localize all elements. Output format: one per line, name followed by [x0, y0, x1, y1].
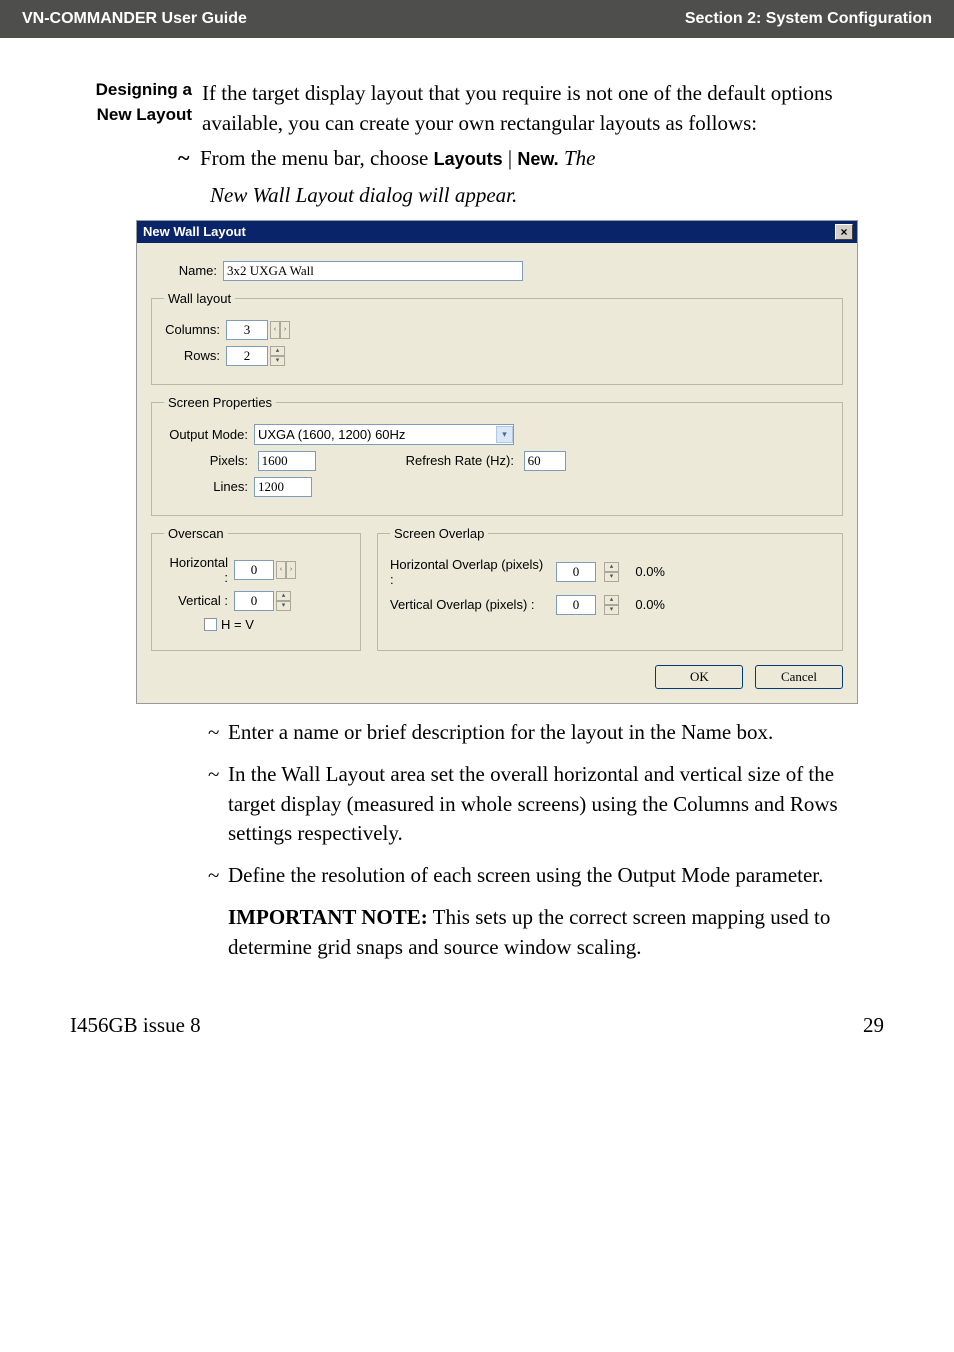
- bullet-1: ~ Enter a name or brief description for …: [208, 718, 884, 748]
- overlap-v-label: Vertical Overlap (pixels) :: [390, 597, 550, 612]
- columns-label: Columns:: [164, 322, 226, 337]
- bullet-2-text: In the Wall Layout area set the overall …: [228, 760, 884, 849]
- chevron-up-icon: ▴: [270, 346, 285, 356]
- chevron-down-icon: ▾: [604, 572, 619, 582]
- rows-spinner[interactable]: ▴▾: [270, 346, 285, 366]
- step1-prefix: From the menu bar, choose: [200, 146, 434, 170]
- cancel-button[interactable]: Cancel: [755, 665, 843, 689]
- page-header: VN-COMMANDER User Guide Section 2: Syste…: [0, 0, 954, 38]
- close-icon: ×: [840, 225, 847, 239]
- name-input[interactable]: [223, 261, 523, 281]
- intro-text: If the target display layout that you re…: [202, 78, 884, 139]
- lines-label: Lines:: [164, 479, 254, 494]
- header-right: Section 2: System Configuration: [685, 10, 932, 28]
- tilde-icon: ~: [178, 145, 200, 171]
- step1-suffix: The: [559, 146, 596, 170]
- menu-sep: |: [503, 146, 518, 170]
- overlap-h-label: Horizontal Overlap (pixels) :: [390, 557, 550, 587]
- pixels-input[interactable]: [258, 451, 316, 471]
- chevron-down-icon: ▾: [270, 356, 285, 366]
- chevron-right-icon: ›: [286, 561, 296, 579]
- chevron-left-icon: ‹: [276, 561, 286, 579]
- chevron-up-icon: ▴: [604, 562, 619, 572]
- side-label: Designing a New Layout: [70, 78, 192, 139]
- overscan-legend: Overscan: [164, 526, 228, 541]
- footer-left: I456GB issue 8: [70, 1013, 201, 1038]
- overscan-group: Overscan Horizontal : ‹› Vertical : ▴▾ H…: [151, 526, 361, 651]
- screen-overlap-group: Screen Overlap Horizontal Overlap (pixel…: [377, 526, 843, 651]
- bullet-1-text: Enter a name or brief description for th…: [228, 718, 773, 748]
- dialog-titlebar: New Wall Layout ×: [137, 221, 857, 243]
- menu-new: New.: [517, 149, 558, 169]
- tilde-icon: ~: [208, 760, 228, 849]
- dialog-caption: New Wall Layout dialog will appear.: [210, 183, 884, 208]
- overlap-v-pct: 0.0%: [625, 597, 665, 612]
- screen-properties-group: Screen Properties Output Mode: UXGA (160…: [151, 395, 843, 516]
- refresh-input[interactable]: [524, 451, 566, 471]
- chevron-down-icon: ▾: [502, 429, 507, 440]
- lines-input[interactable]: [254, 477, 312, 497]
- overscan-v-input[interactable]: [234, 591, 274, 611]
- new-wall-layout-dialog: New Wall Layout × Name: Wall layout Colu…: [136, 220, 858, 704]
- dropdown-button[interactable]: ▾: [496, 426, 513, 443]
- bullet-3-text: Define the resolution of each screen usi…: [228, 861, 823, 891]
- rows-input[interactable]: [226, 346, 268, 366]
- hv-label: H = V: [221, 617, 254, 632]
- overscan-h-spinner[interactable]: ‹›: [276, 561, 296, 579]
- refresh-label: Refresh Rate (Hz):: [406, 453, 520, 468]
- chevron-down-icon: ▾: [276, 601, 291, 611]
- hv-checkbox[interactable]: [204, 618, 217, 631]
- page-footer: I456GB issue 8 29: [0, 963, 954, 1066]
- wall-layout-group: Wall layout Columns: ‹› Rows: ▴▾: [151, 291, 843, 385]
- columns-spinner[interactable]: ‹›: [270, 321, 290, 339]
- dialog-title: New Wall Layout: [143, 224, 246, 239]
- chevron-left-icon: ‹: [270, 321, 280, 339]
- chevron-right-icon: ›: [280, 321, 290, 339]
- pixels-label: Pixels:: [164, 453, 254, 468]
- overlap-h-spinner[interactable]: ▴▾: [604, 562, 619, 582]
- output-mode-value: UXGA (1600, 1200) 60Hz: [258, 427, 405, 442]
- footer-page-number: 29: [863, 1013, 884, 1038]
- rows-label: Rows:: [164, 348, 226, 363]
- output-mode-select[interactable]: UXGA (1600, 1200) 60Hz ▾: [254, 424, 514, 445]
- overscan-h-label: Horizontal :: [164, 555, 234, 585]
- chevron-up-icon: ▴: [276, 591, 291, 601]
- close-button[interactable]: ×: [835, 224, 853, 240]
- screen-overlap-legend: Screen Overlap: [390, 526, 488, 541]
- name-label: Name:: [151, 263, 223, 278]
- output-mode-label: Output Mode:: [164, 427, 254, 442]
- overscan-v-spinner[interactable]: ▴▾: [276, 591, 291, 611]
- menu-layouts: Layouts: [434, 149, 503, 169]
- overlap-v-input[interactable]: [556, 595, 596, 615]
- columns-input[interactable]: [226, 320, 268, 340]
- overlap-h-pct: 0.0%: [625, 564, 665, 579]
- overlap-v-spinner[interactable]: ▴▾: [604, 595, 619, 615]
- bullet-3: ~ Define the resolution of each screen u…: [208, 861, 884, 891]
- overlap-h-input[interactable]: [556, 562, 596, 582]
- chevron-up-icon: ▴: [604, 595, 619, 605]
- overscan-h-input[interactable]: [234, 560, 274, 580]
- important-note: IMPORTANT NOTE: This sets up the correct…: [228, 903, 884, 963]
- bullet-2: ~ In the Wall Layout area set the overal…: [208, 760, 884, 849]
- chevron-down-icon: ▾: [604, 605, 619, 615]
- header-left: VN-COMMANDER User Guide: [22, 10, 247, 28]
- ok-button[interactable]: OK: [655, 665, 743, 689]
- step-1: ~ From the menu bar, choose Layouts | Ne…: [178, 145, 884, 171]
- tilde-icon: ~: [208, 718, 228, 748]
- screen-properties-legend: Screen Properties: [164, 395, 276, 410]
- tilde-icon: ~: [208, 861, 228, 891]
- note-lead: IMPORTANT NOTE:: [228, 905, 428, 929]
- overscan-v-label: Vertical :: [164, 593, 234, 608]
- designing-paragraph: Designing a New Layout If the target dis…: [70, 78, 884, 139]
- wall-layout-legend: Wall layout: [164, 291, 235, 306]
